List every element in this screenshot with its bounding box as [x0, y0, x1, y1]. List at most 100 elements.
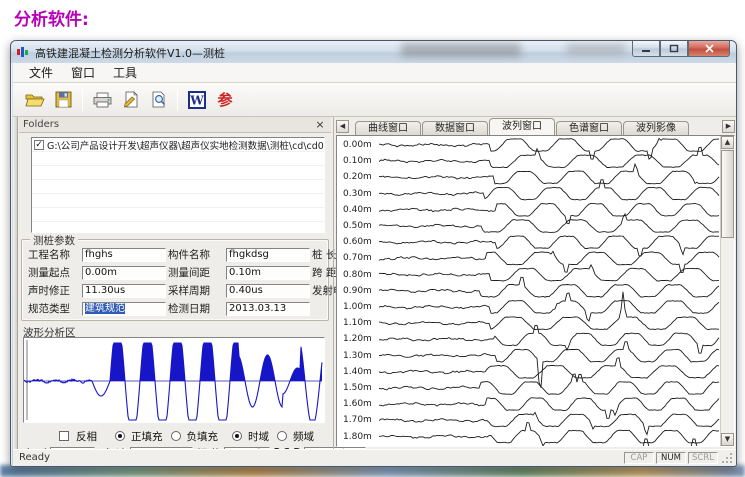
screenshot-stage: 分析软件: 高铁建混凝土检测分析软件V1.0—测桩	[0, 0, 745, 477]
toolbar-separator	[82, 89, 83, 111]
wave-analysis-plot[interactable]	[23, 337, 325, 423]
param-field[interactable]: fhgkdsg	[226, 248, 310, 262]
scroll-up-button[interactable]: ▲	[721, 136, 734, 149]
wavetrain-view[interactable]: 1.80m1.70m1.60m1.50m1.40m1.30m1.20m1.10m…	[336, 135, 735, 447]
folder-list-row-empty	[32, 152, 324, 166]
invert-checkbox[interactable]	[59, 431, 69, 441]
folder-list-item[interactable]: ✓ G:\公司产品设计开发\超声仪器\超声仪实地检测数据\测桩\cd\cd03\…	[32, 138, 324, 152]
vertical-scrollbar[interactable]: ▲ ▼	[720, 136, 734, 446]
scroll-down-button[interactable]: ▼	[721, 433, 734, 446]
param-label: 检测日期	[168, 301, 224, 316]
app-icon	[17, 46, 30, 58]
folder-list-row-empty	[32, 180, 324, 194]
param-label: 声时修正	[28, 283, 80, 298]
print-button[interactable]	[88, 87, 116, 113]
toolbar-separator	[177, 89, 178, 111]
param-field[interactable]: 0.40us	[226, 284, 310, 298]
tab-curve-window[interactable]: 曲线窗口	[355, 121, 421, 135]
num-indicator: NUM	[656, 452, 686, 464]
tab-scroll-right-button[interactable]: ▶	[722, 120, 735, 133]
depth-label: 1.10m	[343, 318, 377, 328]
param-field[interactable]: fhghs	[82, 248, 166, 262]
app-window: 高铁建混凝土检测分析软件V1.0—测桩 文件 窗口 工具	[10, 40, 737, 467]
scroll-indicator: SCRL	[688, 452, 718, 464]
scrollbar-thumb[interactable]	[721, 150, 734, 238]
fill-positive-radio[interactable]	[115, 431, 125, 441]
save-icon	[55, 91, 72, 108]
wavetrain-traces-svg	[379, 136, 721, 447]
folders-list[interactable]: ✓ G:\公司产品设计开发\超声仪器\超声仪实地检测数据\测桩\cd\cd03\…	[31, 137, 325, 233]
save-button[interactable]	[49, 87, 77, 113]
depth-label: 1.30m	[343, 351, 377, 361]
fill-positive-label: 正填充	[131, 429, 163, 444]
print-preview-button[interactable]	[144, 87, 172, 113]
dock-gripper[interactable]	[13, 117, 18, 449]
folders-panel-header: Folders ×	[19, 117, 331, 133]
left-dock-panel: Folders × ✓ G:\公司产品设计开发\超声仪器\超声仪实地检测数据\测…	[19, 117, 331, 449]
tab-wavetrain-image[interactable]: 波列影像	[623, 121, 689, 135]
print-icon	[93, 92, 112, 108]
fill-negative-label: 负填充	[187, 429, 219, 444]
folders-close-icon[interactable]: ×	[313, 118, 327, 131]
waveform-svg	[24, 338, 324, 422]
depth-label: 0.90m	[343, 286, 377, 296]
param-field[interactable]: 0.10m	[226, 266, 310, 280]
depth-label: 0.00m	[343, 140, 377, 150]
time-domain-label: 时域	[248, 429, 269, 444]
tab-data-window[interactable]: 数据窗口	[422, 121, 488, 135]
print-setup-button[interactable]	[116, 87, 144, 113]
word-export-icon: W	[188, 91, 206, 109]
param-label: 规范类型	[28, 301, 80, 316]
resize-grip[interactable]	[720, 451, 734, 465]
page-heading: 分析软件:	[14, 5, 89, 30]
word-export-button[interactable]: W	[183, 87, 211, 113]
param-field[interactable]: 2013.03.13	[226, 302, 310, 316]
print-preview-icon	[150, 91, 167, 108]
param-label: 测量间距	[168, 265, 224, 280]
param-label: 采样周期	[168, 283, 224, 298]
param-field[interactable]: 建筑规范	[82, 302, 166, 316]
depth-label: 1.80m	[343, 432, 377, 442]
minimize-button[interactable]	[632, 41, 660, 57]
invert-label: 反相	[76, 429, 97, 444]
fill-negative-radio[interactable]	[171, 431, 181, 441]
param-field[interactable]: 11.30us	[82, 284, 166, 298]
depth-label: 0.50m	[343, 221, 377, 231]
depth-label: 1.60m	[343, 399, 377, 409]
menu-window[interactable]: 窗口	[63, 62, 103, 83]
close-icon	[705, 44, 714, 53]
close-button[interactable]	[688, 41, 730, 57]
param-label: 构件名称	[168, 247, 224, 262]
folder-path: G:\公司产品设计开发\超声仪器\超声仪实地检测数据\测桩\cd\cd03\cd…	[47, 138, 324, 152]
open-folder-button[interactable]	[21, 87, 49, 113]
window-title: 高铁建混凝土检测分析软件V1.0—测桩	[35, 45, 225, 61]
parameters-button[interactable]: 参	[211, 87, 239, 113]
status-bar: Ready CAP NUM SCRL	[13, 449, 736, 465]
depth-label: 0.70m	[343, 253, 377, 263]
depth-label: 0.30m	[343, 189, 377, 199]
menu-tools[interactable]: 工具	[105, 62, 145, 83]
param-label: 工程名称	[28, 247, 80, 262]
depth-label: 0.60m	[343, 237, 377, 247]
param-label: 测量起点	[28, 265, 80, 280]
param-field[interactable]: 0.00m	[82, 266, 166, 280]
maximize-button[interactable]	[660, 41, 688, 57]
freq-domain-label: 频域	[293, 429, 314, 444]
time-domain-radio[interactable]	[232, 431, 242, 441]
menu-file[interactable]: 文件	[21, 62, 61, 83]
tab-strip: ◀ 曲线窗口数据窗口波列窗口色谱窗口波列影像 ▶	[334, 117, 737, 135]
depth-label: 0.40m	[343, 205, 377, 215]
window-controls	[632, 41, 730, 57]
folders-panel-title: Folders	[23, 119, 59, 130]
minimize-icon	[641, 45, 651, 53]
tab-scroll-left-button[interactable]: ◀	[336, 120, 349, 133]
pile-params-group: 测桩参数 工程名称fhghs构件名称fhgkdsg桩 长0.00m测量起点0.0…	[21, 239, 329, 321]
depth-label: 0.80m	[343, 270, 377, 280]
tab-spectrum-window[interactable]: 色谱窗口	[556, 121, 622, 135]
freq-domain-radio[interactable]	[277, 431, 287, 441]
pile-params-title: 测桩参数	[30, 233, 78, 248]
folder-checkbox[interactable]: ✓	[34, 140, 44, 150]
toolbar: W 参	[13, 83, 736, 117]
tab-wavetrain-window[interactable]: 波列窗口	[489, 118, 555, 135]
depth-label: 1.00m	[343, 302, 377, 312]
